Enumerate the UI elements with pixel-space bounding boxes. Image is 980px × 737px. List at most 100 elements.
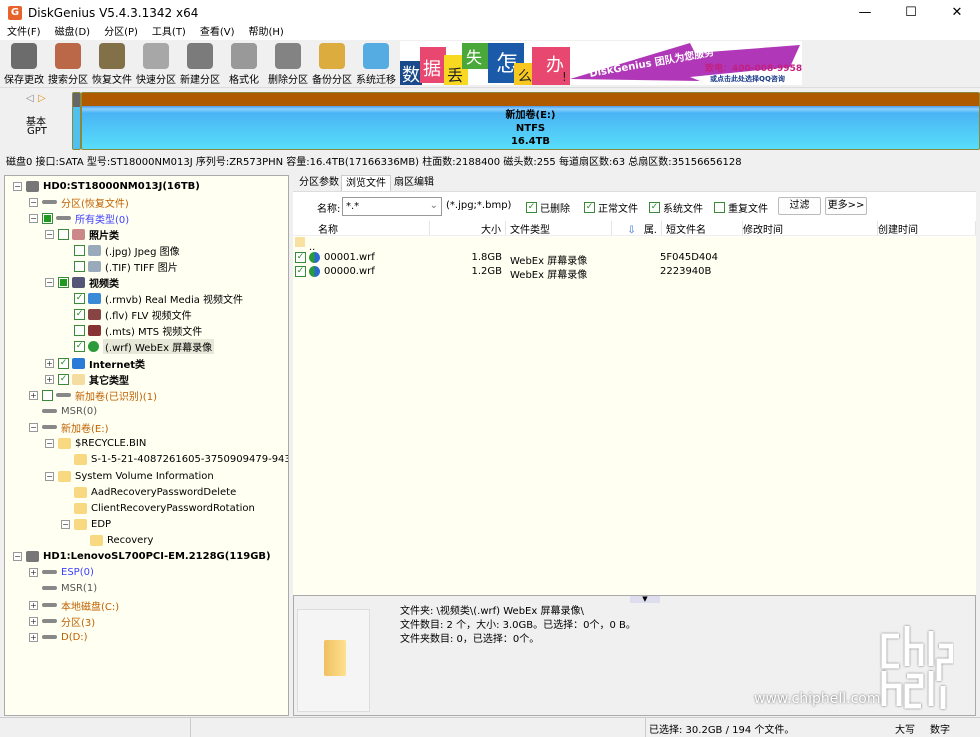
tree-checkbox[interactable] [42, 389, 53, 401]
menu-help[interactable]: 帮助(H) [242, 26, 291, 40]
tree-item[interactable]: + ✓ Internet类 [45, 355, 145, 371]
file-checkbox[interactable]: ✓ [295, 266, 306, 277]
normal-files-checkbox[interactable]: ✓ 正常文件 [584, 200, 638, 215]
collapse-icon[interactable]: − [45, 277, 54, 287]
tree-item[interactable]: − EDP [61, 516, 111, 532]
next-disk-icon[interactable]: ▷ [38, 93, 46, 104]
expand-icon[interactable]: + [45, 374, 54, 384]
tree-checkbox[interactable] [42, 212, 53, 224]
tree-item[interactable]: + ✓ 其它类型 [45, 371, 129, 387]
tree-checkbox[interactable] [74, 260, 85, 272]
collapse-arrow-icon[interactable]: ▼ [630, 596, 660, 603]
toolbar-button-save[interactable]: 保存更改 [0, 43, 48, 86]
close-button[interactable]: ✕ [934, 0, 980, 26]
collapse-icon[interactable]: − [45, 229, 54, 239]
menu-file[interactable]: 文件(F) [0, 26, 48, 40]
tree-checkbox[interactable] [58, 228, 69, 240]
tab-browse-files[interactable]: 浏览文件 [341, 175, 391, 191]
collapse-icon[interactable]: − [45, 471, 54, 481]
tree-item[interactable]: ✓ (.rmvb) Real Media 视频文件 [61, 290, 243, 306]
tree-item[interactable]: MSR(0) [29, 403, 97, 419]
tree-item[interactable]: (.jpg) Jpeg 图像 [61, 242, 180, 258]
tree-item[interactable]: + 新加卷(已识别)(1) [29, 387, 157, 403]
col-type[interactable]: 文件类型 [506, 221, 612, 236]
tree-item[interactable]: + 本地磁盘(C:) [29, 597, 119, 613]
system-files-checkbox[interactable]: ✓ 系统文件 [649, 200, 703, 215]
file-row[interactable]: ✓ 00001.wrf 1.8GB WebEx 屏幕录像 5F045D404 [293, 251, 976, 267]
toolbar-button-search[interactable]: 搜索分区 [44, 43, 92, 86]
col-name[interactable]: 名称 [293, 221, 430, 236]
toolbar-button-recover[interactable]: 恢复文件 [88, 43, 136, 86]
collapse-icon[interactable]: − [13, 181, 22, 191]
collapse-icon[interactable]: − [29, 197, 38, 207]
tree-checkbox[interactable] [58, 276, 69, 288]
tree-item[interactable]: − HD0:ST18000NM013J(16TB) [13, 178, 200, 194]
tree-item[interactable]: + D(D:) [29, 629, 88, 645]
tree-item[interactable]: + ESP(0) [29, 564, 94, 580]
tree-item[interactable]: + 分区(3) [29, 613, 95, 629]
tree-checkbox[interactable]: ✓ [58, 373, 69, 385]
prev-disk-icon[interactable]: ◁ [26, 93, 34, 104]
expand-icon[interactable]: + [29, 632, 38, 642]
deleted-checkbox[interactable]: ✓ 已删除 [526, 200, 570, 215]
tree-item[interactable]: (.TIF) TIFF 图片 [61, 258, 178, 274]
menu-partition[interactable]: 分区(P) [97, 26, 145, 40]
expand-icon[interactable]: + [29, 567, 38, 577]
col-attr[interactable]: ⇩ 属. [612, 221, 662, 236]
tree-checkbox[interactable]: ✓ [74, 308, 85, 320]
tree-item[interactable]: ✓ (.wrf) WebEx 屏幕录像 [61, 338, 215, 354]
chevron-down-icon[interactable]: ⌄ [430, 200, 438, 211]
filter-button[interactable]: 过滤 [778, 197, 821, 215]
tree-checkbox[interactable]: ✓ [74, 292, 85, 304]
menu-disk[interactable]: 磁盘(D) [48, 26, 98, 40]
collapse-icon[interactable]: − [29, 422, 38, 432]
disk-tree[interactable]: − HD0:ST18000NM013J(16TB) − 分区(恢复文件) − 所有类型(0… [4, 175, 289, 716]
collapse-icon[interactable]: − [29, 213, 38, 223]
toolbar-button-migrate[interactable]: 系统迁移 [352, 43, 400, 86]
col-size[interactable]: 大小 [430, 221, 506, 236]
tree-item[interactable]: − System Volume Information [45, 468, 214, 484]
col-short-name[interactable]: 短文件名 [662, 221, 743, 236]
file-row[interactable]: .. [293, 237, 976, 253]
tab-partition-params[interactable]: 分区参数 [295, 175, 343, 191]
maximize-button[interactable]: ☐ [888, 0, 934, 26]
tree-item[interactable]: (.mts) MTS 视频文件 [61, 322, 202, 338]
tree-checkbox[interactable]: ✓ [58, 357, 69, 369]
tree-item[interactable]: MSR(1) [29, 580, 97, 596]
col-created[interactable]: 创建时间 [878, 221, 976, 236]
toolbar-button-backup[interactable]: 备份分区 [308, 43, 356, 86]
tree-item[interactable]: Recovery [77, 532, 153, 548]
toolbar-button-format[interactable]: 格式化 [220, 43, 268, 86]
tree-item[interactable]: − $RECYCLE.BIN [45, 435, 146, 451]
msr-partition-block[interactable] [72, 92, 81, 150]
tree-item[interactable]: − 所有类型(0) [29, 210, 129, 226]
tree-checkbox[interactable] [74, 244, 85, 256]
tree-item[interactable]: − HD1:LenovoSL700PCI-EM.2128G(119GB) [13, 548, 271, 564]
expand-icon[interactable]: + [29, 600, 38, 610]
collapse-icon[interactable]: − [45, 438, 54, 448]
tree-item[interactable]: − 分区(恢复文件) [29, 194, 129, 210]
collapse-icon[interactable]: − [13, 551, 22, 561]
ad-banner[interactable]: 数 据 丢 失 怎 么 办 ! DiskGenius 团队为您服务 致电：400… [400, 41, 802, 85]
tree-item[interactable]: − 照片类 [45, 226, 119, 242]
tree-checkbox[interactable]: ✓ [74, 340, 85, 352]
file-checkbox[interactable]: ✓ [295, 252, 306, 263]
menu-view[interactable]: 查看(V) [193, 26, 242, 40]
expand-icon[interactable]: + [45, 358, 54, 368]
tree-checkbox[interactable] [74, 324, 85, 336]
tree-item[interactable]: ✓ (.flv) FLV 视频文件 [61, 306, 192, 322]
tree-item[interactable]: − 新加卷(E:) [29, 419, 109, 435]
menu-tools[interactable]: 工具(T) [145, 26, 193, 40]
tree-item[interactable]: ClientRecoveryPasswordRotation [61, 500, 255, 516]
name-filter-input[interactable]: *.* ⌄ [342, 197, 442, 216]
expand-icon[interactable]: + [29, 616, 38, 626]
col-modified[interactable]: 修改时间 [743, 221, 878, 236]
file-row[interactable]: ✓ 00000.wrf 1.2GB WebEx 屏幕录像 2223940B [293, 265, 976, 281]
file-list[interactable]: .. ✓ 00001.wrf 1.8GB WebEx 屏幕录像 5F045D404 ✓ 000… [293, 237, 976, 595]
expand-icon[interactable]: + [29, 390, 38, 400]
tree-item[interactable]: AadRecoveryPasswordDelete [61, 484, 236, 500]
tree-item[interactable]: S-1-5-21-4087261605-3750909479-943511 [61, 451, 288, 467]
tab-sector-editor[interactable]: 扇区编辑 [390, 175, 438, 191]
minimize-button[interactable]: — [842, 0, 888, 26]
toolbar-button-delete[interactable]: 删除分区 [264, 43, 312, 86]
